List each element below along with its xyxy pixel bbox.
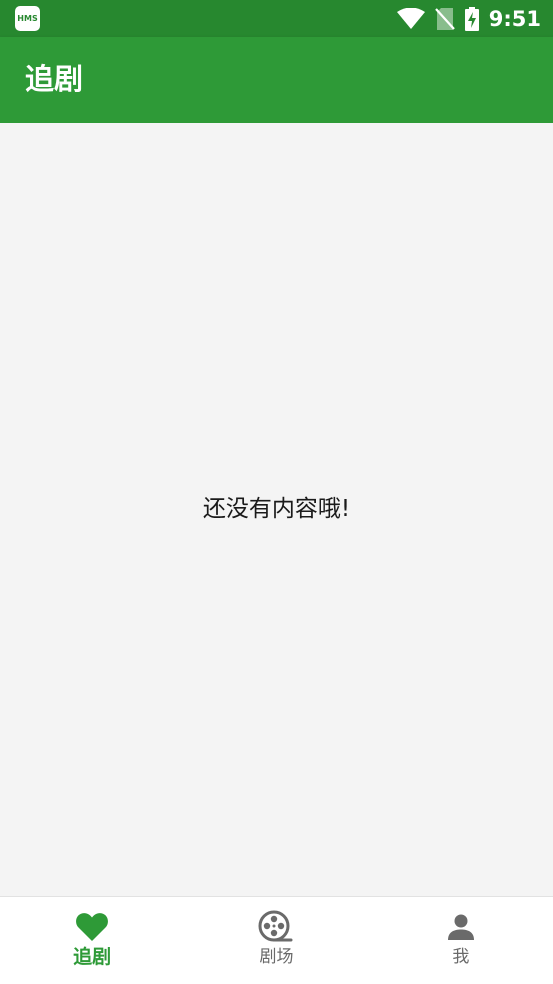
nav-item-label: 剧场 (259, 947, 294, 967)
hms-icon: HMS (15, 6, 40, 31)
battery-charging-icon (464, 7, 479, 31)
nav-item-label: 我 (452, 947, 470, 967)
film-reel-icon (258, 910, 294, 944)
main-content: 还没有内容哦! (0, 123, 553, 896)
nav-item-label: 追剧 (73, 946, 112, 968)
heart-icon (75, 910, 109, 944)
no-sim-icon (434, 7, 455, 31)
status-time: 9:51 (488, 7, 541, 31)
nav-item-follow[interactable]: 追剧 (0, 897, 184, 984)
status-icons: 9:51 (396, 4, 541, 34)
person-icon (446, 910, 476, 944)
nav-item-me[interactable]: 我 (369, 897, 553, 984)
bottom-navigation: 追剧 剧场 我 (0, 896, 553, 984)
status-bar: HMS 9:51 (0, 0, 553, 37)
page-title: 追剧 (25, 62, 84, 96)
empty-state-message: 还没有内容哦! (202, 496, 351, 522)
wifi-icon (396, 8, 425, 30)
app-bar: 追剧 (0, 37, 553, 123)
nav-item-theater[interactable]: 剧场 (184, 897, 368, 984)
